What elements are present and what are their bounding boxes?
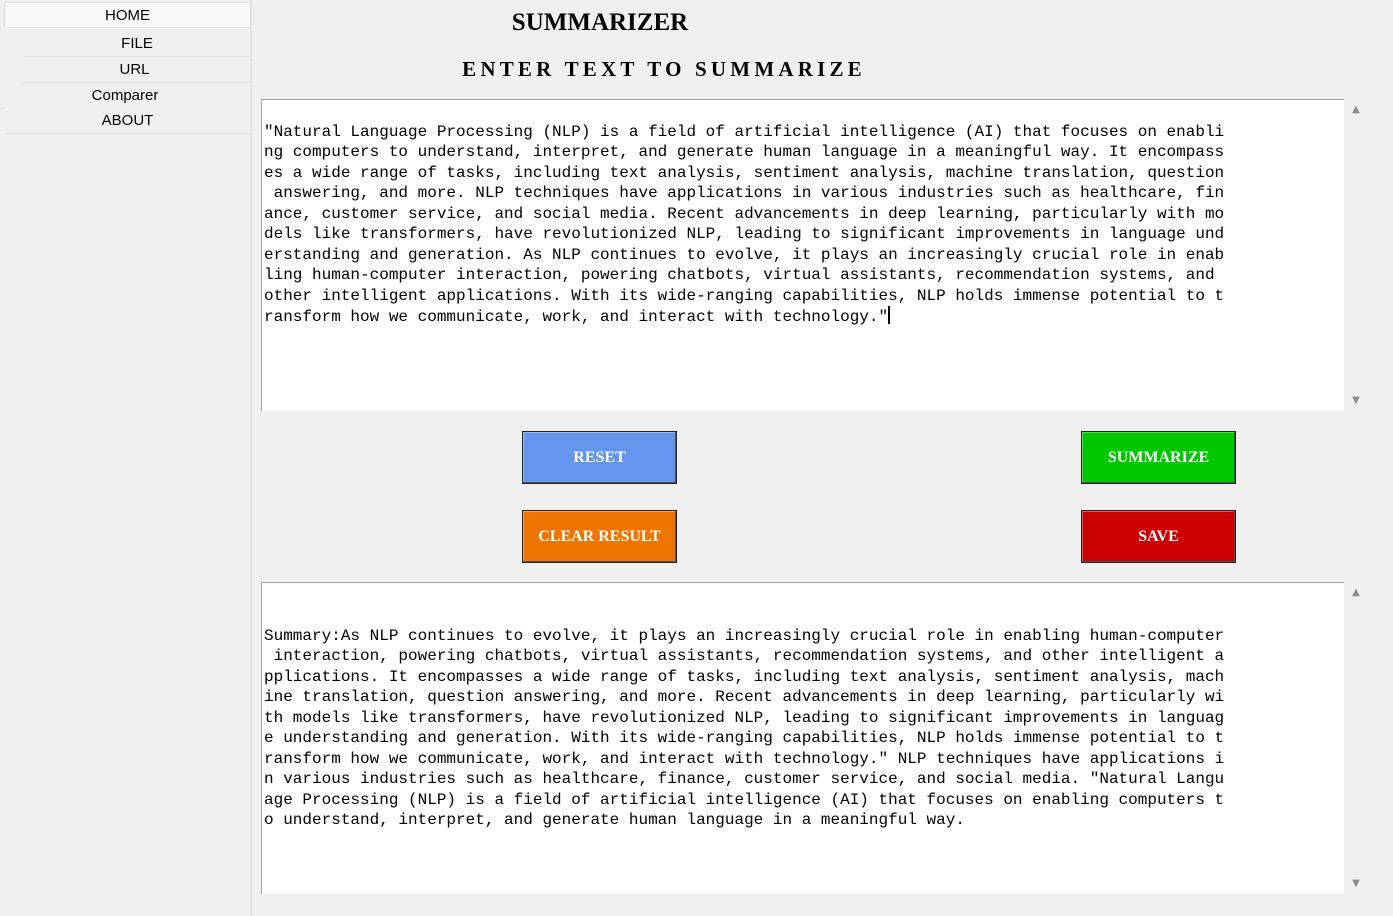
reset-button[interactable]: RESET [522,431,677,484]
tab-comparer[interactable]: Comparer [0,83,250,109]
summary-line: interaction, powering chatbots, virtual … [264,647,1225,665]
tab-file[interactable]: FILE [24,31,250,57]
triangle-up-icon[interactable]: ▲ [1344,583,1368,603]
page-subtitle: ENTER TEXT TO SUMMARIZE [462,57,866,81]
input-textarea[interactable]: "Natural Language Processing (NLP) is a … [261,99,1344,411]
triangle-down-icon[interactable]: ▼ [1344,874,1368,894]
input-line: ransform how we communicate, work, and i… [264,308,889,326]
input-line: answering, and more. NLP techniques have… [264,184,1225,202]
page-title: SUMMARIZER [511,9,689,36]
input-line: dels like transformers, have revolutioni… [264,225,1225,243]
summary-line: pplications. It encompasses a wide range… [264,667,1225,686]
input-line: ng computers to understand, interpret, a… [264,143,1225,161]
input-line: "Natural Language Processing (NLP) is a … [264,122,1225,141]
summary-line: Summary:As NLP continues to evolve, it p… [264,626,1225,645]
text-caret [888,306,891,324]
summarize-button[interactable]: SUMMARIZE [1081,431,1236,484]
summary-line: th models like transformers, have revolu… [264,708,1225,727]
summary-textarea[interactable]: Summary:As NLP continues to evolve, it p… [261,582,1344,894]
input-line: es a wide range of tasks, including text… [264,163,1225,182]
input-line: ance, customer service, and social media… [264,204,1225,223]
summary-line: e understanding and generation. With its… [264,729,1225,747]
input-scrollbar[interactable]: ▲ ▼ [1344,99,1368,411]
summary-line: age Processing (NLP) is a field of artif… [264,790,1225,809]
summary-line: n various industries such as healthcare,… [264,770,1225,788]
triangle-down-icon[interactable]: ▼ [1344,391,1368,411]
tab-url[interactable]: URL [19,57,250,83]
tab-about[interactable]: ABOUT [5,108,250,134]
sidebar: HOME FILE URL Comparer ABOUT [0,0,252,916]
save-button[interactable]: SAVE [1081,510,1236,563]
summary-line: o understand, interpret, and generate hu… [264,811,965,829]
summary-line: ransform how we communicate, work, and i… [264,749,1225,768]
summary-scrollbar[interactable]: ▲ ▼ [1344,582,1368,894]
input-line: ling human-computer interaction, powerin… [264,266,1225,284]
input-last-line-wrap: ransform how we communicate, work, and i… [264,306,1342,328]
input-line: other intelligent applications. With its… [264,286,1225,305]
tab-home[interactable]: HOME [4,2,251,28]
input-line: erstanding and generation. As NLP contin… [264,245,1225,264]
clear-result-button[interactable]: CLEAR RESULT [522,510,677,563]
triangle-up-icon[interactable]: ▲ [1344,100,1368,120]
summary-line: ine translation, question answering, and… [264,688,1225,706]
